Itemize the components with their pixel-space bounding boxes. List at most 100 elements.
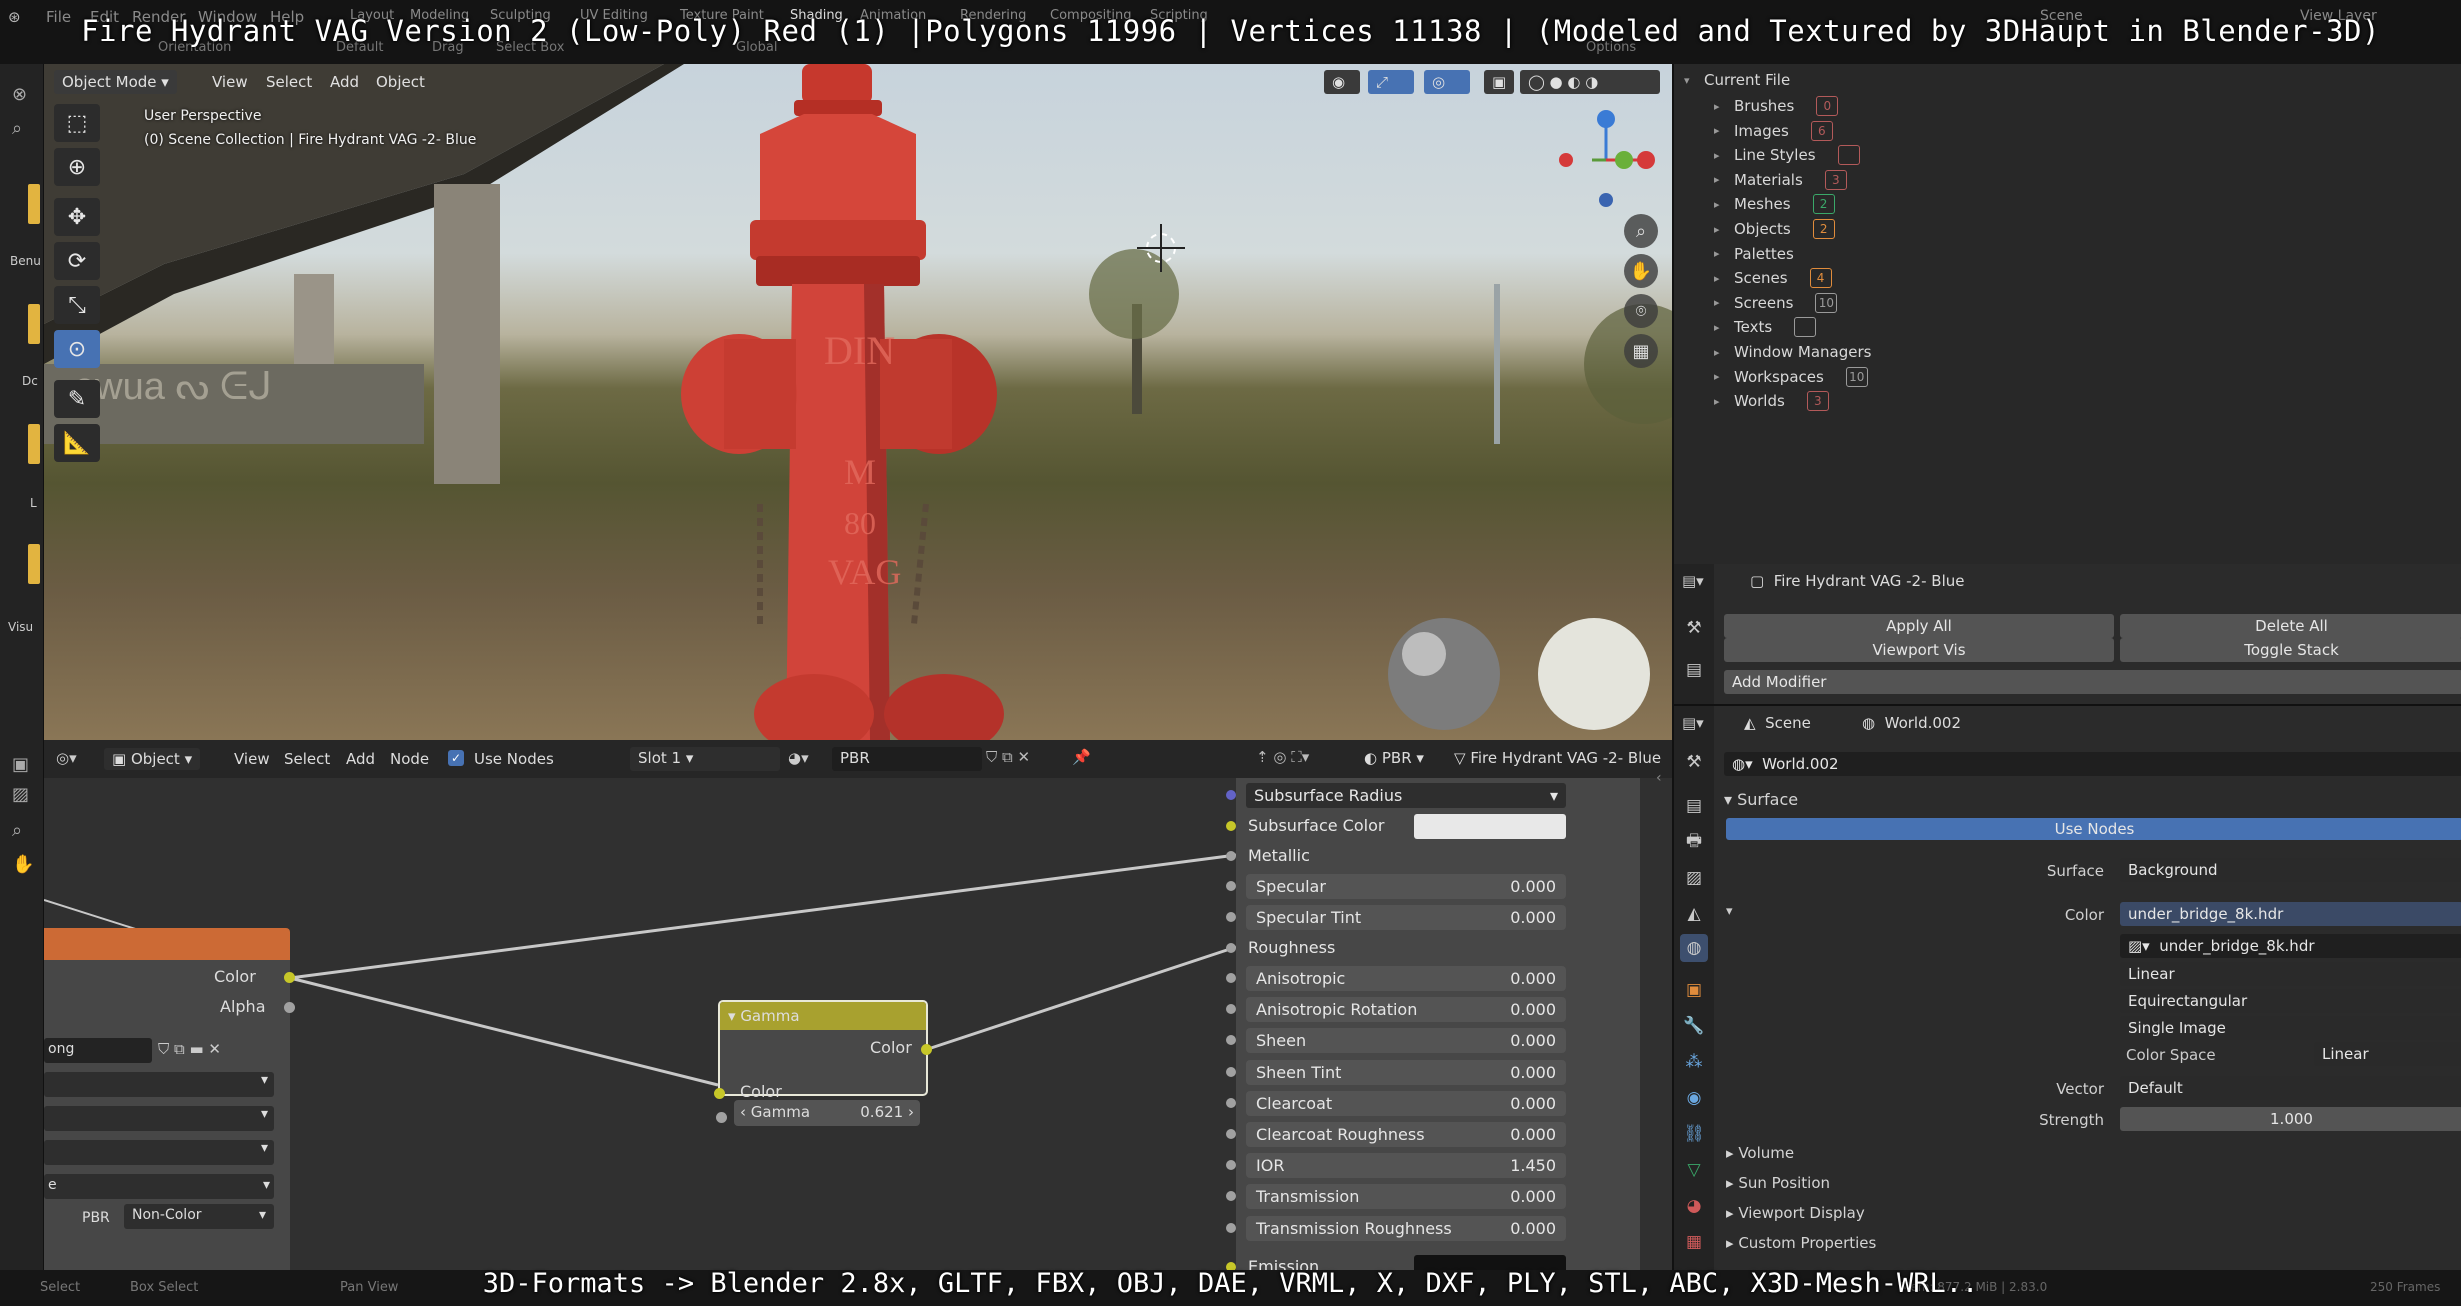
roughness-row[interactable]: Roughness [1226, 933, 1636, 963]
image-icon[interactable]: ▨ [12, 784, 29, 805]
expand-arrow-icon[interactable]: ▸ [1714, 247, 1726, 260]
object-menu[interactable]: Object [368, 70, 433, 94]
principled-value-field[interactable]: Specular Tint 0.000 [1246, 905, 1566, 930]
principled-value-field[interactable]: Sheen 0.000 [1246, 1028, 1566, 1054]
particles-icon[interactable]: ⁂ [1680, 1048, 1708, 1076]
search-icon[interactable]: ⌕ [12, 118, 22, 139]
xray-icon[interactable]: ▣ [1484, 70, 1514, 94]
view-layer-icon[interactable]: ▨ [1680, 864, 1708, 892]
3d-viewport[interactable]: ewua ᔓ ᕮᒍ DIN M 80 VAG Object Mode ▾ Vie… [44, 64, 1672, 740]
file-icon[interactable] [28, 544, 40, 584]
expand-arrow-icon[interactable]: ▸ [1714, 100, 1726, 113]
outliner-item-brushes[interactable]: ▸ Brushes 0 [1714, 94, 1839, 118]
projection-dropdown[interactable]: Equirectangular [2120, 989, 2461, 1013]
zoom-icon[interactable]: ⌕ [12, 820, 22, 841]
projection-dropdown[interactable]: ▾ [44, 1106, 274, 1131]
input-socket[interactable] [1226, 912, 1236, 922]
environment-texture-field[interactable]: under_bridge_8k.hdr [2120, 902, 2461, 926]
expand-arrow-icon[interactable]: ▸ [1714, 395, 1726, 408]
outliner-item-objects[interactable]: ▸ Objects 2 [1714, 217, 1835, 241]
subsurface-radius-row[interactable]: Subsurface Radius ▾ [1226, 780, 1636, 810]
outliner-item-line-styles[interactable]: ▸ Line Styles [1714, 143, 1860, 167]
principled-field-row[interactable]: Anisotropic Rotation 0.000 [1226, 994, 1636, 1024]
transform-tool-icon[interactable]: ⊙ [54, 330, 100, 368]
principled-field-row[interactable]: Specular 0.000 [1226, 871, 1636, 901]
sun-position-panel-header[interactable]: ▸ Sun Position [1726, 1174, 1830, 1192]
input-socket[interactable] [1226, 881, 1236, 891]
file-icon[interactable] [28, 184, 40, 224]
scene-icon[interactable]: ◭ [1680, 900, 1708, 928]
alpha-output-socket[interactable] [284, 1002, 295, 1013]
view-menu[interactable]: View [204, 70, 256, 94]
modifier-wrench-icon[interactable]: 🔧 [1680, 1012, 1708, 1040]
color-space-dropdown[interactable]: Linear [2314, 1042, 2461, 1066]
expand-arrow-icon[interactable]: ▸ [1714, 346, 1726, 359]
measure-tool-icon[interactable]: 📐 [54, 424, 100, 462]
input-socket[interactable] [1226, 1097, 1236, 1108]
gamma-input-socket[interactable] [716, 1112, 727, 1123]
outliner-item-texts[interactable]: ▸ Texts [1714, 315, 1817, 339]
principled-field-row[interactable]: Specular Tint 0.000 [1226, 902, 1636, 932]
viewport-display-panel-header[interactable]: ▸ Viewport Display [1726, 1204, 1865, 1222]
object-icon[interactable]: ▣ [1680, 976, 1708, 1004]
outliner-item-window-managers[interactable]: ▸ Window Managers [1714, 340, 1871, 364]
input-socket[interactable] [1226, 1222, 1236, 1233]
gamma-output-socket[interactable] [921, 1044, 932, 1055]
outliner-item-scenes[interactable]: ▸ Scenes 4 [1714, 266, 1832, 290]
outliner-item-worlds[interactable]: ▸ Worlds 3 [1714, 389, 1829, 413]
principled-value-field[interactable]: Transmission Roughness 0.000 [1246, 1215, 1566, 1241]
principled-value-field[interactable]: Clearcoat 0.000 [1246, 1090, 1566, 1116]
visibility-icon[interactable]: ◉ [1324, 70, 1360, 94]
expand-arrow-icon[interactable]: ▸ [1714, 124, 1726, 137]
subsurface-color-row[interactable]: Subsurface Color [1226, 811, 1636, 841]
color-output-socket[interactable] [284, 972, 295, 983]
outliner-item-meshes[interactable]: ▸ Meshes 2 [1714, 192, 1835, 216]
principled-value-field[interactable]: IOR 1.450 [1246, 1153, 1566, 1179]
pan-hand-icon[interactable]: ✋ [1624, 254, 1658, 288]
principled-field-row[interactable]: Anisotropic 0.000 [1226, 963, 1636, 993]
outliner-root[interactable]: ▾ Current File [1684, 68, 1790, 92]
subsurface-color-swatch[interactable] [1414, 814, 1566, 839]
tool-icon[interactable]: ⚒ [1680, 614, 1708, 642]
expand-arrow-icon[interactable]: ▸ [1714, 370, 1726, 383]
principled-field-row[interactable]: Clearcoat Roughness 0.000 [1226, 1119, 1636, 1149]
editor-type-icon[interactable]: ▤▾ [1682, 572, 1704, 590]
expand-arrow-icon[interactable]: ▸ [1714, 173, 1726, 186]
expand-arrow-icon[interactable]: ▸ [1714, 296, 1726, 309]
input-socket[interactable] [1226, 1066, 1236, 1077]
principled-value-field[interactable]: Anisotropic 0.000 [1246, 966, 1566, 991]
interp-dropdown[interactable]: ▾ [44, 1072, 274, 1097]
image-actions-icons[interactable]: ⛉ ⧉ ▬ ✕ [158, 1040, 221, 1058]
surface-dropdown[interactable]: Background [2120, 858, 2461, 882]
physics-icon[interactable]: ◉ [1680, 1084, 1708, 1112]
gamma-node[interactable]: ▾ Gamma Color Color [714, 1000, 932, 1101]
principled-value-field[interactable]: Transmission 0.000 [1246, 1184, 1566, 1210]
input-socket[interactable] [1226, 1129, 1236, 1139]
subsurface-radius-dropdown[interactable]: Subsurface Radius ▾ [1246, 783, 1566, 808]
tool-icon[interactable]: ⚒ [1680, 748, 1708, 776]
camera-icon[interactable]: ⌾ [1624, 294, 1658, 328]
volume-panel-header[interactable]: ▸ Volume [1726, 1144, 1794, 1162]
vector-dropdown[interactable]: Default [2120, 1076, 2461, 1100]
expand-arrow-icon[interactable]: ▸ [1714, 198, 1726, 211]
breadcrumb-scene[interactable]: ◭ Scene [1744, 714, 1811, 732]
output-icon[interactable]: 🖶 [1680, 828, 1708, 856]
select-box-tool-icon[interactable]: ⬚ [54, 104, 100, 142]
metallic-row[interactable]: Metallic [1226, 841, 1636, 871]
image-datablock-field[interactable]: ▨▾ under_bridge_8k.hdr [2120, 934, 2461, 958]
principled-field-row[interactable]: Sheen Tint 0.000 [1226, 1057, 1636, 1087]
file-icon[interactable] [28, 424, 40, 464]
texture-icon[interactable]: ▦ [1680, 1228, 1708, 1256]
principled-value-field[interactable]: Sheen Tint 0.000 [1246, 1059, 1566, 1085]
delete-all-button[interactable]: Delete All [2120, 614, 2461, 638]
gizmo-toggle-icon[interactable]: ⤢ [1368, 70, 1414, 94]
principled-value-field[interactable]: Anisotropic Rotation 0.000 [1246, 997, 1566, 1023]
principled-field-row[interactable]: Clearcoat 0.000 [1226, 1088, 1636, 1118]
constraints-icon[interactable]: ⛓ [1680, 1120, 1708, 1148]
world-datablock-field[interactable]: ◍▾ World.002 [1724, 752, 2461, 776]
expand-arrow-icon[interactable]: ▸ [1714, 149, 1726, 162]
principled-value-field[interactable]: Specular 0.000 [1246, 874, 1566, 899]
gamma-color-input-socket[interactable] [714, 1088, 725, 1099]
apply-all-button[interactable]: Apply All [1724, 614, 2114, 638]
orientation-icon[interactable]: ⊗ [12, 84, 27, 105]
